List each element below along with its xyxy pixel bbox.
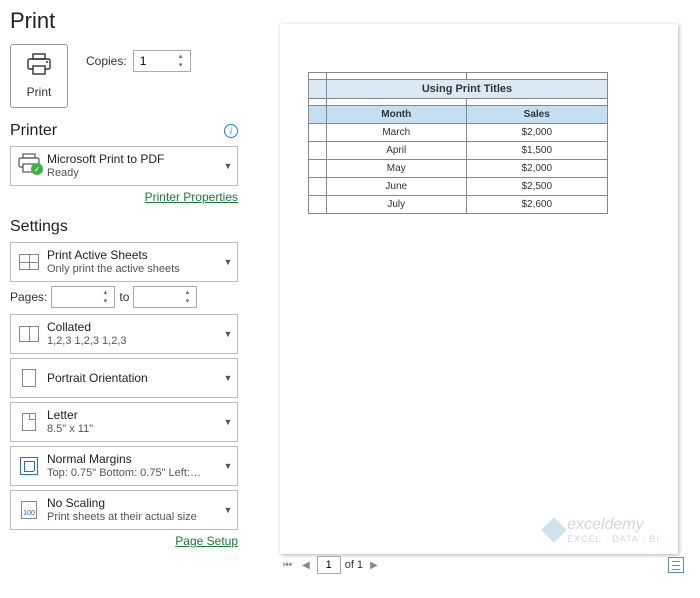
scaling-main: No Scaling <box>47 496 219 511</box>
chevron-down-icon: ▼ <box>219 161 237 171</box>
prev-page-button[interactable]: ◀ <box>299 560 313 571</box>
ready-check-icon: ✓ <box>31 163 43 175</box>
watermark-tagline: EXCEL · DATA · BI <box>567 534 660 544</box>
first-page-button[interactable]: ⏮ <box>280 560 295 571</box>
orientation-main: Portrait Orientation <box>47 371 219 386</box>
scope-main: Print Active Sheets <box>47 248 219 263</box>
print-button-label: Print <box>27 85 52 99</box>
scaling-dropdown[interactable]: 100 No Scaling Print sheets at their act… <box>10 490 238 530</box>
printer-status: Ready <box>47 167 219 181</box>
scaling-icon: 100 <box>21 501 37 519</box>
copies-up-icon[interactable]: ▴ <box>174 52 188 61</box>
margins-main: Normal Margins <box>47 452 219 467</box>
collate-dropdown[interactable]: Collated 1,2,3 1,2,3 1,2,3 ▼ <box>10 314 238 354</box>
info-icon[interactable]: i <box>224 124 238 138</box>
margins-icon <box>20 457 38 475</box>
print-scope-dropdown[interactable]: Print Active Sheets Only print the activ… <box>10 242 238 282</box>
copies-down-icon[interactable]: ▾ <box>174 61 188 70</box>
page-number-input[interactable] <box>317 556 341 574</box>
pages-to-spinner[interactable]: ▴▾ <box>133 286 197 308</box>
copies-spinner[interactable]: ▴ ▾ <box>133 50 191 72</box>
chevron-down-icon: ▼ <box>219 257 237 267</box>
copies-input[interactable] <box>140 54 170 68</box>
pages-to-input[interactable] <box>140 290 176 304</box>
table-row: April$1,500 <box>309 142 608 160</box>
table-title: Using Print Titles <box>327 80 608 99</box>
printer-properties-link[interactable]: Printer Properties <box>145 190 238 204</box>
scope-sub: Only print the active sheets <box>47 263 219 277</box>
col-month: Month <box>327 106 467 124</box>
margins-dropdown[interactable]: Normal Margins Top: 0.75" Bottom: 0.75" … <box>10 446 238 486</box>
page-of-label: of 1 <box>345 559 363 571</box>
pages-from-spinner[interactable]: ▴▾ <box>51 286 115 308</box>
table-row: July$2,600 <box>309 196 608 214</box>
copies-label: Copies: <box>86 54 127 68</box>
preview-table: Using Print Titles MonthSales March$2,00… <box>308 72 608 214</box>
table-row: March$2,000 <box>309 124 608 142</box>
up-icon[interactable]: ▴ <box>180 288 194 297</box>
page-setup-link[interactable]: Page Setup <box>175 534 238 548</box>
printer-icon <box>26 53 52 79</box>
portrait-icon <box>22 369 36 387</box>
chevron-down-icon: ▼ <box>219 373 237 383</box>
page-title: Print <box>10 8 238 34</box>
pages-to-label: to <box>119 290 129 304</box>
margins-sub: Top: 0.75" Bottom: 0.75" Left:… <box>47 467 219 481</box>
print-panel: Print Print Copies: ▴ ▾ <box>0 0 248 598</box>
printer-heading: Printer <box>10 122 57 140</box>
watermark-icon <box>541 517 566 542</box>
preview-page: Using Print Titles MonthSales March$2,00… <box>280 24 678 554</box>
scaling-sub: Print sheets at their actual size <box>47 511 219 525</box>
orientation-dropdown[interactable]: Portrait Orientation ▼ <box>10 358 238 398</box>
down-icon[interactable]: ▾ <box>180 297 194 306</box>
col-sales: Sales <box>466 106 608 124</box>
paper-main: Letter <box>47 408 219 423</box>
collate-icon <box>19 326 39 342</box>
paper-sub: 8.5" x 11" <box>47 423 219 437</box>
chevron-down-icon: ▼ <box>219 417 237 427</box>
table-row: May$2,000 <box>309 160 608 178</box>
pages-from-input[interactable] <box>58 290 94 304</box>
settings-heading: Settings <box>10 218 68 236</box>
pages-label: Pages: <box>10 290 47 304</box>
printer-dropdown[interactable]: ✓ Microsoft Print to PDF Ready ▼ <box>10 146 238 186</box>
collate-sub: 1,2,3 1,2,3 1,2,3 <box>47 335 219 349</box>
chevron-down-icon: ▼ <box>219 505 237 515</box>
down-icon[interactable]: ▾ <box>98 297 112 306</box>
watermark-brand: exceldemy <box>567 516 643 533</box>
paper-dropdown[interactable]: Letter 8.5" x 11" ▼ <box>10 402 238 442</box>
printer-name: Microsoft Print to PDF <box>47 152 219 167</box>
next-page-button[interactable]: ▶ <box>367 560 381 571</box>
up-icon[interactable]: ▴ <box>98 288 112 297</box>
chevron-down-icon: ▼ <box>219 461 237 471</box>
paper-icon <box>22 413 36 431</box>
sheets-icon <box>19 254 39 270</box>
watermark: exceldemy EXCEL · DATA · BI <box>545 516 660 544</box>
table-row: June$2,500 <box>309 178 608 196</box>
print-preview: Using Print Titles MonthSales March$2,00… <box>280 24 684 572</box>
chevron-down-icon: ▼ <box>219 329 237 339</box>
show-margins-icon[interactable] <box>668 557 684 573</box>
collate-main: Collated <box>47 320 219 335</box>
print-button[interactable]: Print <box>10 44 68 108</box>
